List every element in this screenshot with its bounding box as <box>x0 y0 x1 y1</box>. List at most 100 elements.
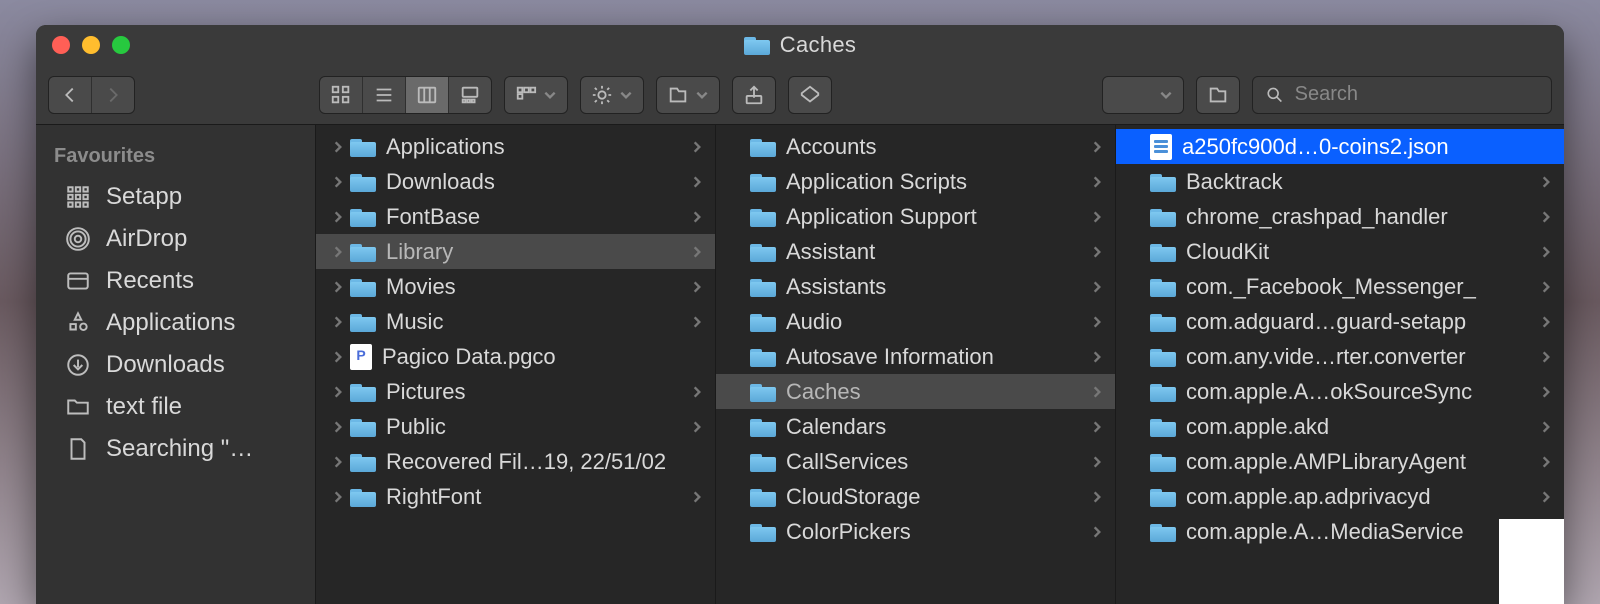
view-list-button[interactable] <box>363 77 406 113</box>
folder-row[interactable]: Pictures <box>316 374 715 409</box>
folder-row[interactable]: Public <box>316 409 715 444</box>
folder-row[interactable]: Movies <box>316 269 715 304</box>
folder-row[interactable]: chrome_crashpad_handler <box>1116 199 1564 234</box>
grid-icon <box>64 183 92 211</box>
folder-row[interactable]: com.apple.akd <box>1116 409 1564 444</box>
folder-row[interactable]: FontBase <box>316 199 715 234</box>
item-label: com.apple.ap.adprivacyd <box>1186 484 1534 510</box>
chevron-right-icon <box>1534 315 1558 329</box>
folder-icon <box>350 277 376 297</box>
folder-row[interactable]: Recovered Fil…19, 22/51/02 <box>316 444 715 479</box>
folder-icon <box>750 207 776 227</box>
folder-row[interactable]: Library <box>316 234 715 269</box>
sidebar-item-text-file[interactable]: text file <box>36 386 315 428</box>
sidebar-item-label: Applications <box>106 309 235 337</box>
folder-row[interactable]: Downloads <box>316 164 715 199</box>
sidebar-item-airdrop[interactable]: AirDrop <box>36 218 315 260</box>
minimize-window-button[interactable] <box>82 36 100 54</box>
folder-row[interactable]: com.apple.AMPLibraryAgent <box>1116 444 1564 479</box>
chevron-right-icon <box>1534 455 1558 469</box>
folder-row[interactable]: CloudKit <box>1116 234 1564 269</box>
folder-icon <box>750 452 776 472</box>
sidebar-item-searching-[interactable]: Searching "… <box>36 428 315 470</box>
file-row[interactable]: a250fc900d…0-coins2.json <box>1116 129 1564 164</box>
folder-icon <box>350 207 376 227</box>
airdrop-icon <box>64 225 92 253</box>
disclosure-icon <box>326 455 350 469</box>
folder-row[interactable]: Application Scripts <box>716 164 1115 199</box>
action-button[interactable] <box>581 77 643 113</box>
disclosure-icon <box>326 315 350 329</box>
tags-button[interactable] <box>789 77 831 113</box>
view-mode-group <box>319 76 492 114</box>
folder-icon <box>350 137 376 157</box>
folder-row[interactable]: com.apple.A…okSourceSync <box>1116 374 1564 409</box>
search-input[interactable] <box>1295 83 1539 106</box>
sidebar-item-setapp[interactable]: Setapp <box>36 176 315 218</box>
share-group <box>732 76 776 114</box>
disclosure-icon <box>326 245 350 259</box>
search-field[interactable] <box>1252 76 1552 114</box>
disclosure-icon <box>326 385 350 399</box>
chevron-right-icon <box>1085 245 1109 259</box>
view-icons-button[interactable] <box>320 77 363 113</box>
item-label: Movies <box>386 274 685 300</box>
zoom-window-button[interactable] <box>112 36 130 54</box>
sidebar-item-label: Searching "… <box>106 435 253 463</box>
path-button[interactable] <box>657 77 719 113</box>
item-label: Assistant <box>786 239 1085 265</box>
arrange-button[interactable] <box>505 77 567 113</box>
sidebar-item-recents[interactable]: Recents <box>36 260 315 302</box>
folder-row[interactable]: com.apple.A…MediaService <box>1116 514 1564 549</box>
window-title: Caches <box>36 32 1564 58</box>
doc-icon <box>64 435 92 463</box>
folder-icon <box>750 277 776 297</box>
quicklook-group <box>1196 76 1240 114</box>
disclosure-icon <box>326 280 350 294</box>
folder-row[interactable]: Application Support <box>716 199 1115 234</box>
folder-row[interactable]: Music <box>316 304 715 339</box>
item-label: Audio <box>786 309 1085 335</box>
view-columns-button[interactable] <box>406 77 449 113</box>
folder-row[interactable]: Assistants <box>716 269 1115 304</box>
folder-row[interactable]: Calendars <box>716 409 1115 444</box>
forward-button[interactable] <box>92 77 134 113</box>
item-label: com.any.vide…rter.converter <box>1186 344 1534 370</box>
item-label: CloudStorage <box>786 484 1085 510</box>
folder-row[interactable]: Assistant <box>716 234 1115 269</box>
item-label: ColorPickers <box>786 519 1085 545</box>
titlebar: Caches <box>36 25 1564 65</box>
quicklook-button[interactable] <box>1197 77 1239 113</box>
folder-row[interactable]: CloudStorage <box>716 479 1115 514</box>
folder-row[interactable]: Applications <box>316 129 715 164</box>
share-button[interactable] <box>733 77 775 113</box>
file-row[interactable]: Pagico Data.pgco <box>316 339 715 374</box>
chevron-right-icon <box>1534 350 1558 364</box>
folder-row[interactable]: Caches <box>716 374 1115 409</box>
sidebar-item-downloads[interactable]: Downloads <box>36 344 315 386</box>
dropdown-button[interactable] <box>1103 77 1183 113</box>
folder-row[interactable]: Autosave Information <box>716 339 1115 374</box>
chevron-right-icon <box>1534 490 1558 504</box>
folder-icon <box>350 452 376 472</box>
folder-row[interactable]: com.any.vide…rter.converter <box>1116 339 1564 374</box>
folder-row[interactable]: RightFont <box>316 479 715 514</box>
item-label: Application Support <box>786 204 1085 230</box>
sidebar-item-applications[interactable]: Applications <box>36 302 315 344</box>
close-window-button[interactable] <box>52 36 70 54</box>
dropdown-group <box>1102 76 1184 114</box>
folder-row[interactable]: Accounts <box>716 129 1115 164</box>
folder-row[interactable]: Audio <box>716 304 1115 339</box>
item-label: Public <box>386 414 685 440</box>
chevron-right-icon <box>685 490 709 504</box>
folder-row[interactable]: com.adguard…guard-setapp <box>1116 304 1564 339</box>
folder-row[interactable]: CallServices <box>716 444 1115 479</box>
view-gallery-button[interactable] <box>449 77 491 113</box>
back-button[interactable] <box>49 77 92 113</box>
folder-row[interactable]: com._Facebook_Messenger_ <box>1116 269 1564 304</box>
chevron-right-icon <box>1085 385 1109 399</box>
folder-row[interactable]: Backtrack <box>1116 164 1564 199</box>
folder-row[interactable]: ColorPickers <box>716 514 1115 549</box>
item-label: Library <box>386 239 685 265</box>
folder-row[interactable]: com.apple.ap.adprivacyd <box>1116 479 1564 514</box>
